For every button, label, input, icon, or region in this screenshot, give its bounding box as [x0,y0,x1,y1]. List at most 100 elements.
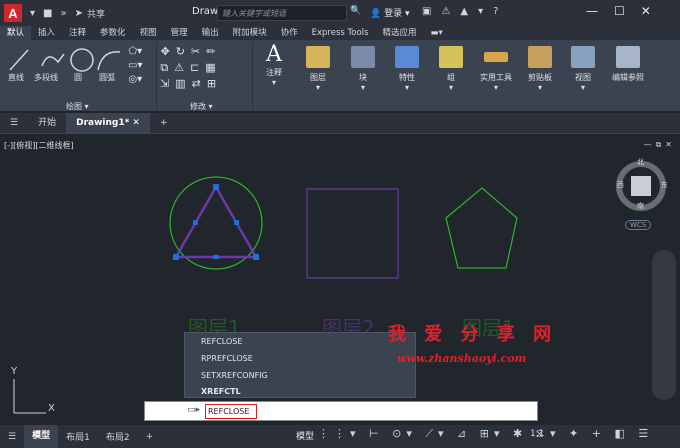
tab-manage[interactable]: 管理 [164,26,195,40]
triangle-entity [173,184,259,259]
status-right-icons[interactable]: ▾ ✦ + ◧ ☰ [550,427,653,440]
navigation-bar[interactable] [652,250,676,400]
circle-tool[interactable]: 圆 [74,72,82,83]
viewcube-face [631,176,651,196]
block-icon [351,46,375,68]
maximize-button[interactable]: ☐ [614,4,625,18]
tab-insert[interactable]: 插入 [31,26,62,40]
annotation-button[interactable]: A 注释 ▾ [257,42,291,100]
watermark-title: 我 爱 分 享 网 [388,324,558,345]
app-logo[interactable]: A [4,4,22,22]
compass-west: 西 [617,181,624,189]
tab-addins[interactable]: 附加模块 [226,26,274,40]
add-tab-button[interactable]: + [150,113,178,133]
search-input[interactable]: 键入关键字或短语 [217,5,347,21]
separator [156,42,157,110]
suggestion-item[interactable]: SETXREFCONFIG [201,371,268,380]
share-arrow-icon[interactable]: ➤ [75,8,83,19]
tab-start[interactable]: 开始 [28,113,66,133]
tab-collaborate[interactable]: 协作 [274,26,305,40]
modify-panel-label[interactable]: 修改 ▾ [190,101,213,112]
modify-tool-icons[interactable]: ✥↻✂✏ ⧉⚠⊏▦ ⇲▥⇄⊞ [160,44,222,92]
edit-reference-button[interactable]: 编辑参照 [608,42,648,100]
tab-drawing1[interactable]: Drawing1* ✕ [66,113,150,133]
tab-parametric[interactable]: 参数化 [93,26,133,40]
tab-default[interactable]: 默认 [0,26,32,40]
pentagon-entity [445,187,518,269]
ribbon-tabs: 默认 插入 注释 参数化 视图 管理 输出 附加模块 协作 Express To… [0,26,680,40]
properties-button[interactable]: 特性 ▾ [390,42,424,100]
view-button[interactable]: 视图 ▾ [568,42,598,100]
suggestion-item[interactable]: XREFCTL [201,387,241,396]
tab-model[interactable]: 模型 [24,425,59,448]
clipboard-button[interactable]: 剪贴板 ▾ [522,42,558,100]
tab-featured-apps[interactable]: 精选应用 [375,26,423,40]
document-tabs: ☰ 开始 Drawing1* ✕ + [0,113,680,133]
svg-text:X: X [48,403,55,414]
tab-layout2[interactable]: 布局2 [98,430,138,443]
add-layout-button[interactable]: + [138,432,162,442]
minimize-button[interactable]: — [586,4,598,18]
menu-icon[interactable]: ☰ [0,113,28,133]
title-toolbar-icons[interactable]: ▣⚠▲▾? [422,6,508,17]
group-icon [439,46,463,68]
compass-east: 东 [661,181,668,189]
suggestion-item[interactable]: RPREFCLOSE [201,354,253,363]
command-line[interactable] [144,401,538,421]
watermark-url: www.zhanshaoyi.com [397,352,527,365]
tab-annotate[interactable]: 注释 [62,26,93,40]
group-button[interactable]: 组 ▾ [434,42,468,100]
view-icon [571,46,595,68]
grip [234,220,239,225]
tab-view[interactable]: 视图 [133,26,164,40]
tab-layout1[interactable]: 布局1 [58,430,98,443]
annotation-scale[interactable]: 1:1 [530,429,544,439]
window-controls: — ☐ ✕ [586,4,651,18]
suggestion-item[interactable]: REFCLOSE [201,337,242,346]
ribbon: 直线 多段线 圆 圆弧 ⬠▾ ▭▾ ◎▾ 绘图 ▾ ✥↻✂✏ ⧉⚠⊏▦ ⇲▥⇄⊞ 修改 … [0,40,680,112]
arc-tool[interactable]: 圆弧 [99,72,115,83]
tab-express-tools[interactable]: Express Tools [305,26,376,40]
grip [193,220,198,225]
svg-text:Y: Y [10,366,18,377]
wcs-menu[interactable]: WCS [625,220,652,230]
properties-icon [395,46,419,68]
save-icon[interactable]: ■ [43,8,52,19]
separator [252,42,253,110]
polyline-tool[interactable]: 多段线 [34,72,58,83]
cmd-prompt-icon: ▭▸ [187,405,201,415]
draw-extra-icons[interactable]: ⬠▾ ▭▾ ◎▾ [128,45,142,87]
more-icon[interactable]: » [60,8,66,19]
grip [253,254,259,260]
layout-menu-icon[interactable]: ☰ [0,432,24,442]
login-label: 登录 [384,9,403,19]
grip [213,184,219,190]
clipboard-icon [528,46,552,68]
tab-output[interactable]: 输出 [195,26,226,40]
rectangle-entity [306,188,399,279]
share-button[interactable]: 共享 [87,7,105,20]
command-autocomplete: REFCLOSE RPREFCLOSE SETXREFCONFIG XREFCT… [184,332,416,398]
line-tool[interactable]: 直线 [8,72,24,83]
status-toggles[interactable]: ⋮⋮▾ ⊢ ⊙▾ ⟋▾ ⊿ ⊞▾ ✱ ⧖ [318,427,548,441]
close-button[interactable]: ✕ [641,4,651,18]
user-icon: 👤 [370,9,382,19]
tab-extra-icon[interactable]: ▬▾ [424,26,450,40]
command-input[interactable]: REFCLOSE [205,404,257,419]
text-icon: A [266,42,282,67]
compass-south: 南 [637,202,644,210]
grip [173,254,179,260]
edit-reference-icon [616,46,640,68]
login-button[interactable]: 👤 登录 ▾ [370,6,410,19]
search-icon[interactable]: 🔍 [350,6,361,16]
measure-icon [484,52,508,62]
utilities-button[interactable]: 实用工具 ▾ [475,42,517,100]
layers-icon [306,46,330,68]
block-button[interactable]: 块 ▾ [344,42,382,100]
menu-arrow-icon[interactable]: ▾ [30,8,35,19]
compass-north: 北 [637,158,644,166]
model-space-button[interactable]: 模型 [296,429,314,442]
grip [213,255,219,259]
layers-button[interactable]: 图层 ▾ [298,42,338,100]
draw-panel-label[interactable]: 绘图 ▾ [66,101,89,112]
